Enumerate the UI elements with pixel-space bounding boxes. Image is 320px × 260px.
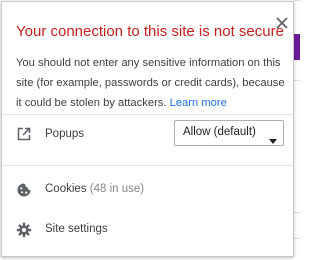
connection-warning-description: You should not enter any sensitive infor… xyxy=(16,53,288,113)
learn-more-link[interactable]: Learn more xyxy=(170,97,227,109)
cookies-row[interactable]: Cookies (48 in use) xyxy=(45,183,144,195)
site-settings-link[interactable]: Site settings xyxy=(45,223,108,235)
connection-warning-title: Your connection to this site is not secu… xyxy=(16,23,284,40)
section-divider xyxy=(2,165,293,166)
popups-permission-value: Allow (default) xyxy=(183,126,256,138)
gear-icon[interactable] xyxy=(16,222,32,238)
popup-open-icon xyxy=(16,126,32,142)
chevron-down-icon xyxy=(269,131,277,144)
cookies-count: (48 in use) xyxy=(89,183,145,195)
cookie-icon[interactable] xyxy=(16,182,32,198)
page-info-bubble: Your connection to this site is not secu… xyxy=(1,1,294,257)
description-text: You should not enter any sensitive infor… xyxy=(16,57,285,109)
cookies-label: Cookies xyxy=(45,183,87,195)
background-divider xyxy=(294,0,300,1)
popups-permission-select[interactable]: Allow (default) xyxy=(174,120,284,146)
popups-permission-label: Popups xyxy=(45,128,85,140)
background-divider xyxy=(294,80,300,81)
background-accent xyxy=(294,34,300,60)
background-divider xyxy=(294,238,300,239)
section-divider xyxy=(2,114,293,115)
close-icon[interactable] xyxy=(272,13,292,33)
background-divider xyxy=(294,212,300,213)
